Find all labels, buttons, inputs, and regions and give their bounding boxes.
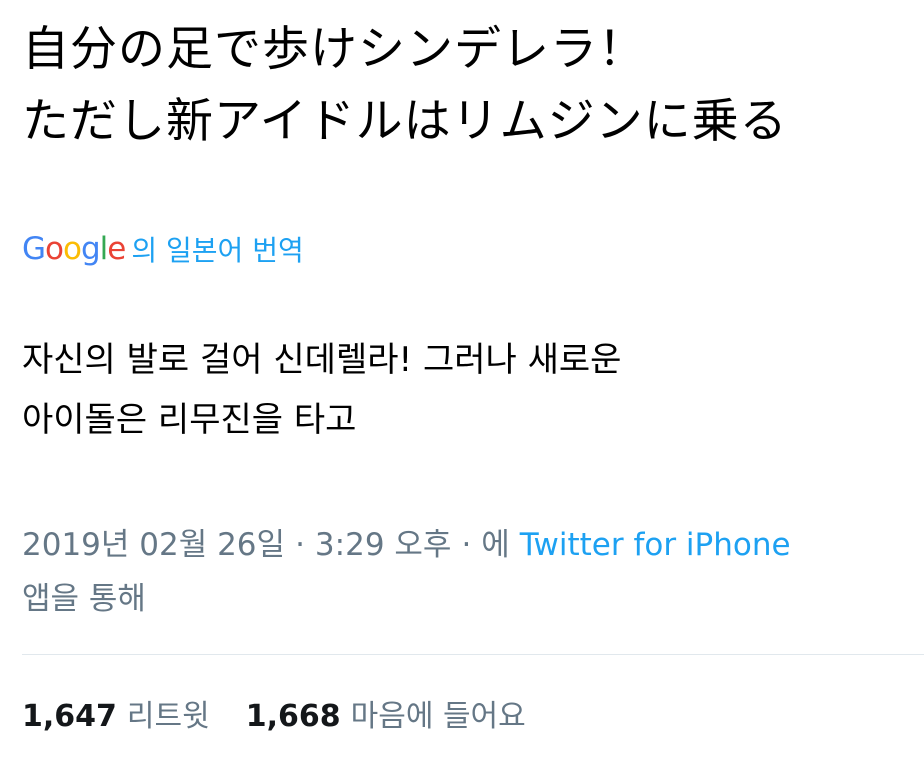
tweet-translation-line: 자신의 발로 걸어 신데렐라! 그러나 새로운 [22,340,622,380]
google-logo-letter: g [80,231,101,267]
tweet-translation-line: 아이돌은 리무진을 타고 [22,400,357,440]
likes-count: 1,668 [245,699,341,734]
translate-credit-label: 의 일본어 번역 [131,234,304,267]
tweet-original-text: 自分の足で歩けシンデレラ！ ただし新アイドルはリムジンに乗る [22,14,912,158]
tweet-original-line: 自分の足で歩けシンデレラ！ [22,22,646,77]
tweet-meta: 2019년 02월 26일 · 3:29 오후 · 에 Twitter for iPho… [22,518,912,626]
likes-label: 마음에 들어요 [350,699,526,734]
tweet-detail: 自分の足で歩けシンデレラ！ ただし新アイドルはリムジンに乗る Google 의 … [0,0,924,770]
google-logo-letter: e [107,231,126,267]
google-logo-letter: o [63,231,82,267]
google-logo-letter: G [22,231,46,267]
tweet-translation-text: 자신의 발로 걸어 신데렐라! 그러나 새로운 아이돌은 리무진을 타고 [22,330,912,450]
via-suffix: 앱을 통해 [22,581,146,617]
tweet-stats: 1,647 리트윗 1,668 마음에 들어요 [22,688,562,738]
via-prefix: 에 [481,527,510,563]
retweets-stat[interactable]: 1,647 리트윗 [22,691,210,735]
google-logo-letter: o [45,231,64,267]
tweet-time[interactable]: 3:29 오후 [315,527,452,563]
tweet-source-link[interactable]: Twitter for iPhone [520,527,791,563]
meta-separator: · [461,527,472,563]
retweets-label: 리트윗 [126,699,210,734]
divider [22,654,924,655]
tweet-original-line: ただし新アイドルはリムジンに乗る [22,94,788,149]
likes-stat[interactable]: 1,668 마음에 들어요 [246,691,526,735]
tweet-date[interactable]: 2019년 02월 26일 [22,527,285,563]
retweets-count: 1,647 [22,699,117,734]
translate-credit[interactable]: Google 의 일본어 번역 [22,226,304,272]
meta-separator: · [295,527,305,563]
google-logo: Google [22,231,126,267]
